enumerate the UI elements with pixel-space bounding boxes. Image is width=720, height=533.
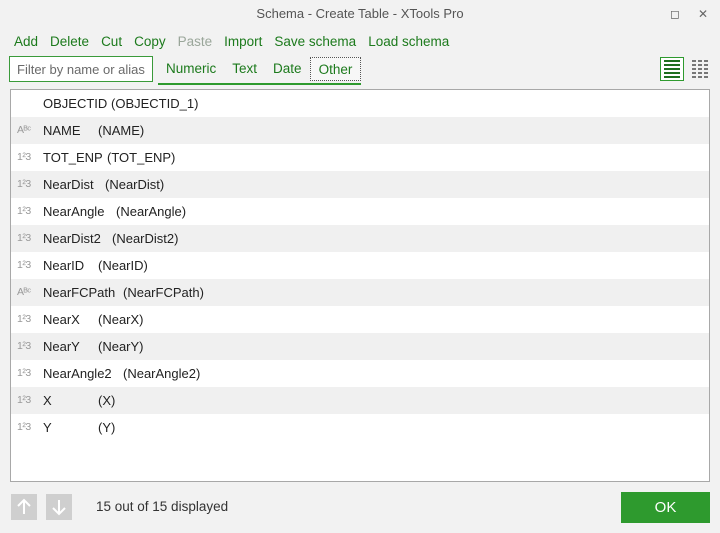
list-item[interactable]: 1²3 X (X) [11, 387, 709, 414]
list-item[interactable]: OBJECTID (OBJECTID_1) [11, 90, 709, 117]
field-name: Y [43, 420, 52, 435]
status-text: 15 out of 15 displayed [96, 499, 229, 514]
field-name: X [43, 393, 52, 408]
list-item[interactable]: 1²3 NearAngle2 (NearAngle2) [11, 360, 709, 387]
numeric-type-icon: 1²3 [17, 232, 31, 244]
close-icon[interactable]: ✕ [690, 0, 716, 28]
field-alias: (NearFCPath) [123, 285, 204, 300]
arrow-down-icon [52, 500, 66, 516]
field-type-tabs: Numeric Text Date Other [158, 57, 362, 85]
field-name: TOT_ENP [43, 150, 103, 165]
delete-button[interactable]: Delete [44, 31, 95, 53]
add-button[interactable]: Add [8, 31, 44, 53]
numeric-type-icon: 1²3 [17, 178, 31, 190]
numeric-type-icon: 1²3 [17, 151, 31, 163]
tab-numeric[interactable]: Numeric [158, 57, 224, 81]
field-alias: (NearY) [98, 339, 144, 354]
move-down-button[interactable] [46, 494, 72, 520]
list-item[interactable]: 1²3 NearDist (NearDist) [11, 171, 709, 198]
grid-view-icon[interactable] [688, 57, 712, 81]
numeric-type-icon: 1²3 [17, 394, 31, 406]
list-item[interactable]: 1²3 NearAngle (NearAngle) [11, 198, 709, 225]
numeric-type-icon: 1²3 [17, 340, 31, 352]
tab-date[interactable]: Date [265, 57, 310, 81]
numeric-type-icon: 1²3 [17, 313, 31, 325]
field-name: NearDist2 [43, 231, 101, 246]
save-schema-button[interactable]: Save schema [268, 31, 362, 53]
field-alias: (TOT_ENP) [107, 150, 176, 165]
paste-button[interactable]: Paste [172, 31, 219, 53]
field-alias: (NearX) [98, 312, 144, 327]
list-item[interactable]: Aᴮᶜ NAME (NAME) [11, 117, 709, 144]
field-alias: (NearDist) [105, 177, 165, 192]
text-type-icon: Aᴮᶜ [17, 124, 31, 136]
field-name: OBJECTID [43, 96, 108, 111]
field-alias: (NAME) [98, 123, 145, 138]
field-alias: (NearAngle) [116, 204, 187, 219]
field-alias: (NearAngle2) [123, 366, 201, 381]
text-type-icon: Aᴮᶜ [17, 286, 31, 298]
field-name: NearDist [43, 177, 94, 192]
tab-other[interactable]: Other [309, 57, 362, 81]
list-item[interactable]: 1²3 NearID (NearID) [11, 252, 709, 279]
import-button[interactable]: Import [218, 31, 268, 53]
load-schema-button[interactable]: Load schema [362, 31, 455, 53]
list-item[interactable]: 1²3 NearX (NearX) [11, 306, 709, 333]
maximize-icon[interactable]: ◻ [662, 0, 688, 28]
ok-button[interactable]: OK [621, 492, 710, 523]
window-title: Schema - Create Table - XTools Pro [256, 6, 464, 21]
toolbar: Add Delete Cut Copy Paste Import Save sc… [8, 31, 455, 53]
numeric-type-icon: 1²3 [17, 367, 31, 379]
field-alias: (OBJECTID_1) [111, 96, 199, 111]
field-name: NearFCPath [43, 285, 116, 300]
list-item[interactable]: 1²3 NearDist2 (NearDist2) [11, 225, 709, 252]
field-name: NearX [43, 312, 80, 327]
list-view-icon[interactable] [660, 57, 684, 81]
field-alias: (X) [98, 393, 116, 408]
field-name: NAME [43, 123, 81, 138]
arrow-up-icon [17, 498, 31, 514]
filter-input[interactable] [9, 56, 153, 82]
list-item[interactable]: Aᴮᶜ NearFCPath (NearFCPath) [11, 279, 709, 306]
field-alias: (NearDist2) [112, 231, 179, 246]
field-list[interactable]: OBJECTID (OBJECTID_1) Aᴮᶜ NAME (NAME) 1²… [10, 89, 710, 482]
field-name: NearAngle [43, 204, 105, 219]
copy-button[interactable]: Copy [128, 31, 172, 53]
field-name: NearY [43, 339, 80, 354]
move-up-button[interactable] [11, 494, 37, 520]
tab-text[interactable]: Text [224, 57, 265, 81]
field-name: NearAngle2 [43, 366, 112, 381]
numeric-type-icon: 1²3 [17, 421, 31, 433]
list-item[interactable]: 1²3 NearY (NearY) [11, 333, 709, 360]
cut-button[interactable]: Cut [95, 31, 128, 53]
field-alias: (Y) [98, 420, 116, 435]
list-item[interactable]: 1²3 TOT_ENP (TOT_ENP) [11, 144, 709, 171]
numeric-type-icon: 1²3 [17, 205, 31, 217]
field-name: NearID [43, 258, 85, 273]
numeric-type-icon: 1²3 [17, 259, 31, 271]
field-alias: (NearID) [98, 258, 148, 273]
list-item[interactable]: 1²3 Y (Y) [11, 414, 709, 441]
